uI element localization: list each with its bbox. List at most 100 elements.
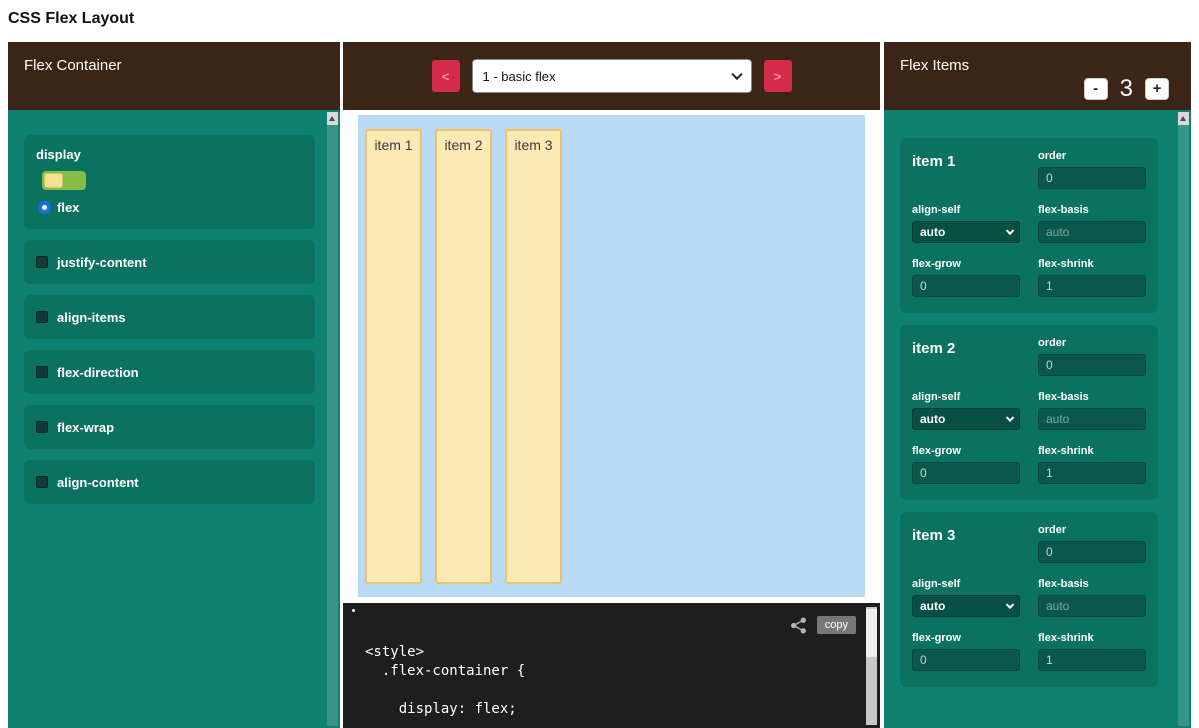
flex-demo-item-2: item 2 [435, 129, 492, 584]
scroll-up-icon[interactable] [1178, 112, 1189, 125]
order-input[interactable] [1038, 354, 1146, 376]
align-self-select[interactable]: auto [912, 595, 1020, 617]
align-self-select[interactable]: auto [912, 221, 1020, 243]
flex-basis-label: flex-basis [1038, 391, 1146, 403]
align-self-field: align-self auto [912, 391, 1020, 430]
flex-grow-field: flex-grow [912, 632, 1020, 671]
flex-basis-field: flex-basis [1038, 204, 1146, 243]
code-panel: copy <style> .flex-container { display: … [343, 603, 880, 728]
flex-basis-input[interactable] [1038, 408, 1146, 430]
flex-basis-field: flex-basis [1038, 578, 1146, 617]
flex-radio[interactable] [38, 201, 51, 214]
flex-grow-label: flex-grow [912, 632, 1020, 644]
example-select[interactable]: 1 - basic flex [472, 59, 752, 93]
flex-shrink-field: flex-shrink [1038, 445, 1146, 484]
code-scrollbar-thumb[interactable] [866, 609, 877, 657]
order-label: order [1038, 150, 1146, 162]
item-card-2: item 2 order align-self auto flex-basis [900, 325, 1158, 500]
flex-basis-input[interactable] [1038, 221, 1146, 243]
flex-items-header: Flex Items - 3 + [884, 42, 1191, 110]
item-card-title: item 3 [912, 524, 1020, 563]
preview-column: < 1 - basic flex > item 1 item 2 item 3 [343, 42, 880, 728]
flex-container-header: Flex Container [8, 42, 340, 110]
flex-shrink-field: flex-shrink [1038, 632, 1146, 671]
example-nav-bar: < 1 - basic flex > [343, 42, 880, 110]
flex-grow-field: flex-grow [912, 445, 1020, 484]
flex-items-panel: Flex Items - 3 + item 1 order align-self… [884, 42, 1191, 728]
flex-grow-label: flex-grow [912, 445, 1020, 457]
flex-grow-label: flex-grow [912, 258, 1020, 270]
flex-basis-field: flex-basis [1038, 391, 1146, 430]
flex-demo-item-3: item 3 [505, 129, 562, 584]
item-card-3: item 3 order align-self auto flex-basis [900, 512, 1158, 687]
flex-basis-label: flex-basis [1038, 578, 1146, 590]
align-content-checkbox[interactable] [36, 476, 48, 488]
flex-shrink-label: flex-shrink [1038, 632, 1146, 644]
flex-container-title: Flex Container [24, 57, 122, 74]
align-items-checkbox[interactable] [36, 311, 48, 323]
css-code-block: <style> .flex-container { display: flex; [365, 643, 525, 719]
prev-example-button[interactable]: < [432, 60, 460, 92]
toggle-knob-icon [44, 173, 63, 188]
flex-direction-label: flex-direction [57, 365, 139, 380]
flex-grow-input[interactable] [912, 275, 1020, 297]
flex-shrink-input[interactable] [1038, 462, 1146, 484]
add-item-button[interactable]: + [1145, 78, 1169, 100]
display-toggle[interactable] [42, 171, 86, 190]
flex-shrink-label: flex-shrink [1038, 258, 1146, 270]
align-items-label: align-items [57, 310, 126, 325]
flex-items-body: item 1 order align-self auto flex-basis [884, 110, 1191, 728]
align-content-label: align-content [57, 475, 139, 490]
flex-grow-input[interactable] [912, 649, 1020, 671]
order-input[interactable] [1038, 167, 1146, 189]
copy-button[interactable]: copy [817, 616, 856, 634]
flex-container-body: display flex justify-content align-items… [8, 110, 340, 728]
order-label: order [1038, 337, 1146, 349]
flex-wrap-label: flex-wrap [57, 420, 114, 435]
code-scrollbar[interactable] [866, 607, 877, 725]
flex-grow-input[interactable] [912, 462, 1020, 484]
remove-item-button[interactable]: - [1084, 78, 1108, 100]
display-card: display flex [24, 135, 315, 229]
right-panel-scrollbar[interactable] [1178, 112, 1189, 726]
flex-preview-container: item 1 item 2 item 3 [358, 115, 865, 597]
item-card-1: item 1 order align-self auto flex-basis [900, 138, 1158, 313]
flex-grow-field: flex-grow [912, 258, 1020, 297]
flex-shrink-field: flex-shrink [1038, 258, 1146, 297]
justify-content-label: justify-content [57, 255, 147, 270]
flex-basis-input[interactable] [1038, 595, 1146, 617]
left-panel-scrollbar[interactable] [327, 112, 338, 726]
flex-shrink-input[interactable] [1038, 649, 1146, 671]
next-example-button[interactable]: > [764, 60, 792, 92]
flex-shrink-input[interactable] [1038, 275, 1146, 297]
flex-direction-checkbox[interactable] [36, 366, 48, 378]
prop-card-justify-content: justify-content [24, 240, 315, 284]
order-input[interactable] [1038, 541, 1146, 563]
share-icon[interactable] [790, 617, 807, 634]
flex-shrink-label: flex-shrink [1038, 445, 1146, 457]
order-field: order [1038, 337, 1146, 376]
flex-wrap-checkbox[interactable] [36, 421, 48, 433]
order-label: order [1038, 524, 1146, 536]
flex-container-panel: Flex Container display flex justify-cont… [8, 42, 340, 728]
align-self-label: align-self [912, 204, 1020, 216]
prop-card-flex-wrap: flex-wrap [24, 405, 315, 449]
flex-radio-label: flex [57, 200, 79, 215]
example-select-wrap: 1 - basic flex [472, 59, 752, 93]
prop-card-flex-direction: flex-direction [24, 350, 315, 394]
flex-basis-label: flex-basis [1038, 204, 1146, 216]
align-self-field: align-self auto [912, 578, 1020, 617]
align-self-field: align-self auto [912, 204, 1020, 243]
prop-card-align-items: align-items [24, 295, 315, 339]
align-self-select[interactable]: auto [912, 408, 1020, 430]
align-self-label: align-self [912, 391, 1020, 403]
flex-items-title: Flex Items [900, 57, 969, 74]
item-count: 3 [1120, 75, 1133, 103]
item-card-title: item 2 [912, 337, 1020, 376]
display-label: display [36, 147, 303, 162]
item-card-title: item 1 [912, 150, 1020, 189]
scroll-up-icon[interactable] [327, 112, 338, 125]
display-flex-radio-row: flex [38, 200, 303, 215]
prop-card-align-content: align-content [24, 460, 315, 504]
justify-content-checkbox[interactable] [36, 256, 48, 268]
